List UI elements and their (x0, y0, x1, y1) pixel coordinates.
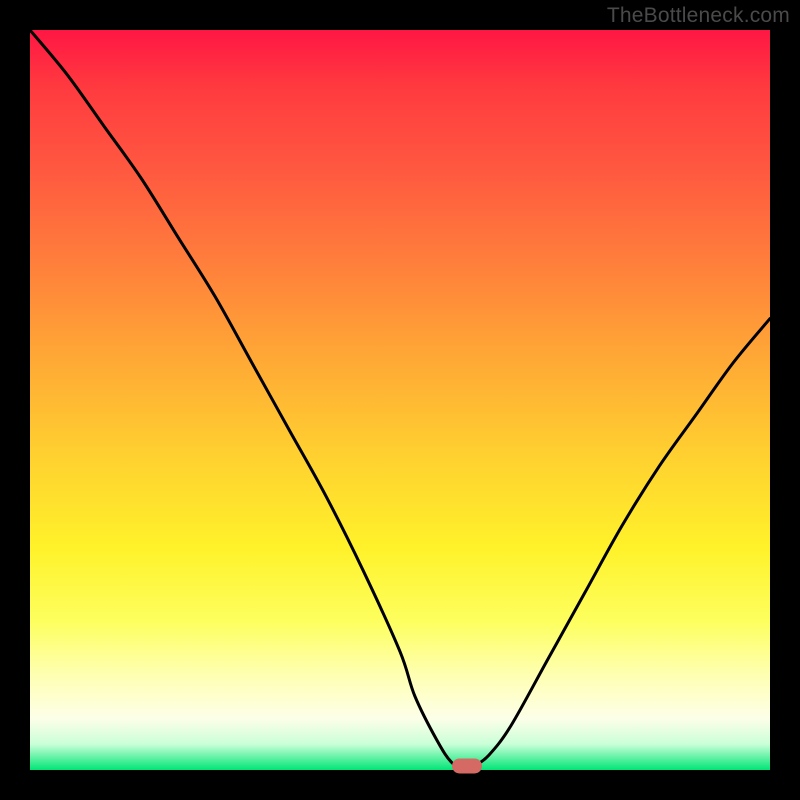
plot-area (30, 30, 770, 770)
bottleneck-curve-path (30, 30, 770, 770)
optimum-marker (452, 759, 482, 774)
watermark-text: TheBottleneck.com (607, 4, 790, 28)
chart-frame: TheBottleneck.com (0, 0, 800, 800)
curve-svg (30, 30, 770, 770)
